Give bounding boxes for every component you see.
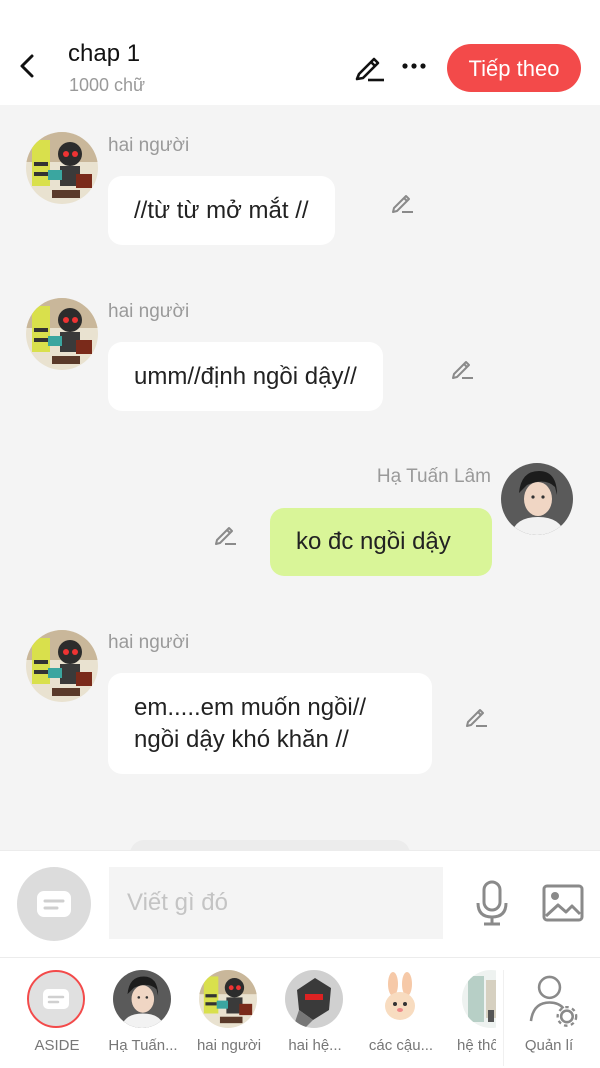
page-title: chap 1 <box>68 40 141 67</box>
manage-icon <box>529 975 578 1027</box>
character-avatar[interactable] <box>26 298 98 370</box>
sender-name: hai người <box>108 135 190 156</box>
char-label: Hạ Tuấn... <box>108 1037 178 1054</box>
sender-name: Hạ Tuấn Lâm <box>376 466 491 487</box>
character-avatar <box>199 970 257 1028</box>
edit-message-icon[interactable] <box>449 355 475 381</box>
char-item[interactable]: hệ thố <box>432 970 496 1066</box>
character-bar: ASIDE Hạ Tuấn... hai người hai hệ... các… <box>0 957 600 1068</box>
char-label: hai người <box>196 1037 262 1054</box>
edit-message-icon[interactable] <box>389 189 415 215</box>
message-input[interactable] <box>109 867 443 939</box>
character-avatar <box>285 970 343 1028</box>
edit-message-icon[interactable] <box>212 521 238 547</box>
sender-name: hai người <box>108 632 190 653</box>
message-line: em.....em muốn ngồi// <box>134 694 367 721</box>
character-avatar[interactable] <box>26 630 98 702</box>
char-label: Quản lí <box>524 1037 574 1054</box>
more-icon[interactable] <box>400 52 428 80</box>
mic-icon[interactable] <box>474 879 510 927</box>
message-bubble[interactable]: em.....em muốn ngồi// ngồi dậy khó khăn … <box>108 673 432 774</box>
character-avatar <box>462 970 496 1028</box>
chat-area[interactable]: hai người //từ từ mở mắt // hai người um… <box>0 105 600 850</box>
back-icon[interactable] <box>14 50 42 82</box>
message-line: ngồi dậy khó khăn // <box>134 726 349 753</box>
message-bubble[interactable]: umm//định ngồi dậy// <box>108 342 383 411</box>
char-label: hệ thố <box>457 1037 496 1054</box>
top-bar: chap 1 1000 chữ Tiếp theo <box>0 0 600 105</box>
composer <box>0 850 600 958</box>
character-avatar[interactable] <box>26 132 98 204</box>
manage-button[interactable]: Quản lí <box>503 970 594 1066</box>
aside-button[interactable] <box>17 867 91 941</box>
sender-name: hai người <box>108 301 190 322</box>
pencil-icon[interactable] <box>352 50 386 84</box>
character-avatar <box>371 970 429 1028</box>
message-bubble[interactable]: //từ từ mở mắt // <box>108 176 335 245</box>
char-item[interactable]: hai hệ... <box>270 970 360 1066</box>
char-label: ASIDE <box>34 1037 80 1054</box>
edit-message-icon[interactable] <box>463 703 489 729</box>
user-avatar[interactable] <box>501 463 573 535</box>
char-item[interactable]: hai người <box>184 970 274 1066</box>
char-item[interactable]: Hạ Tuấn... <box>98 970 188 1066</box>
next-button[interactable]: Tiếp theo <box>447 44 581 92</box>
aside-icon <box>43 989 69 1009</box>
aside-avatar <box>27 970 85 1028</box>
image-icon[interactable] <box>541 883 585 923</box>
char-item-aside[interactable]: ASIDE <box>12 970 102 1066</box>
message-bubble[interactable]: ko đc ngồi dậy <box>270 508 492 576</box>
char-label: hai hệ... <box>288 1037 342 1054</box>
character-avatar <box>113 970 171 1028</box>
message-bubble-partial <box>130 840 410 850</box>
aside-icon <box>37 891 71 917</box>
word-count: 1000 chữ <box>69 75 146 95</box>
